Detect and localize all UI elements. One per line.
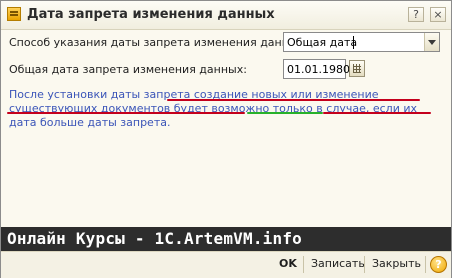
banner-text: Онлайн Курсы - 1C.ArtemVM.info <box>7 229 302 248</box>
red-underline-annotation <box>323 112 431 114</box>
calendar-icon[interactable] <box>349 60 365 77</box>
titlebar-help-button[interactable]: ? <box>408 7 424 22</box>
help-icon[interactable]: ? <box>430 256 447 273</box>
red-underline-annotation <box>7 112 245 114</box>
method-select-value: Общая дата <box>287 36 358 49</box>
ok-button[interactable]: OK <box>279 257 297 270</box>
date-input-value: 01.01.1980 <box>287 63 350 76</box>
dropdown-arrow-icon[interactable] <box>424 33 439 51</box>
dialog-window: Дата запрета изменения данных ? × Способ… <box>0 0 452 278</box>
footer-divider <box>425 256 426 273</box>
window-title: Дата запрета изменения данных <box>27 7 275 22</box>
write-button[interactable]: Записать <box>311 257 365 270</box>
footer-divider <box>303 256 304 273</box>
footer-divider <box>364 256 365 273</box>
dialog-footer: OK Записать Закрыть ? <box>1 251 451 278</box>
date-input[interactable]: 01.01.1980 <box>283 59 350 79</box>
method-select[interactable]: Общая дата <box>283 32 440 52</box>
text-caret <box>353 36 354 49</box>
green-underline-annotation <box>247 112 323 114</box>
form-icon <box>7 7 21 21</box>
red-underline-annotation <box>167 99 420 101</box>
method-label: Способ указания даты запрета изменения д… <box>9 36 308 49</box>
watermark-banner: Онлайн Курсы - 1C.ArtemVM.info <box>1 227 451 251</box>
titlebar-close-button[interactable]: × <box>430 7 446 22</box>
title-bar: Дата запрета изменения данных ? × <box>1 1 451 30</box>
close-button[interactable]: Закрыть <box>372 257 421 270</box>
date-label: Общая дата запрета изменения данных: <box>9 63 247 76</box>
info-text: После установки даты запрета создание но… <box>9 88 418 129</box>
